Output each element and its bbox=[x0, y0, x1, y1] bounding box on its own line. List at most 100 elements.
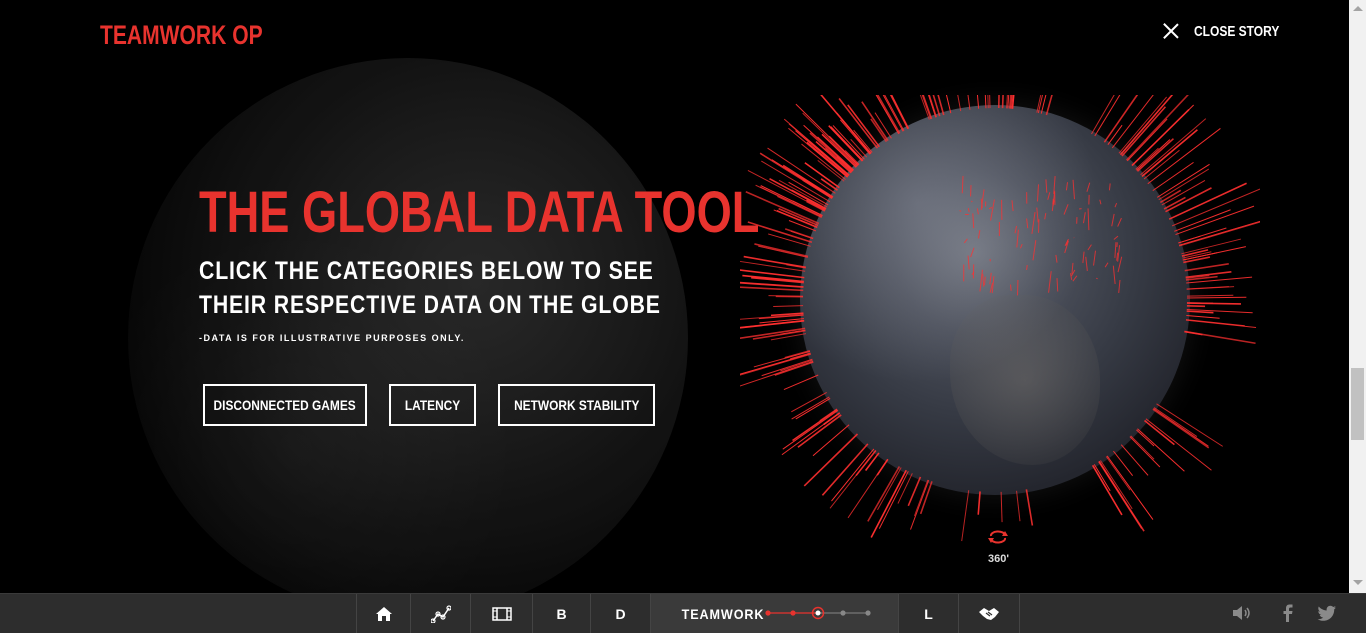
data-spike bbox=[1025, 489, 1034, 526]
data-spike bbox=[1178, 221, 1260, 247]
data-spike bbox=[758, 245, 808, 258]
data-spike bbox=[1085, 256, 1088, 271]
data-spike bbox=[961, 490, 970, 542]
handshake-icon bbox=[979, 607, 999, 620]
disconnected-games-button[interactable]: DISCONNECTED GAMES bbox=[203, 384, 367, 426]
data-spike bbox=[1156, 403, 1223, 447]
nav-graph[interactable] bbox=[410, 594, 470, 633]
data-spike bbox=[1117, 256, 1123, 273]
data-spike bbox=[1185, 271, 1232, 279]
progress-step-dot bbox=[865, 610, 871, 616]
nav-d[interactable]: D bbox=[590, 594, 650, 633]
facebook-icon[interactable] bbox=[1276, 602, 1298, 624]
data-spike bbox=[989, 272, 992, 285]
data-spike bbox=[1143, 149, 1180, 180]
data-spike bbox=[978, 230, 981, 239]
data-spike bbox=[783, 374, 819, 391]
data-spike bbox=[1129, 436, 1161, 468]
data-spike bbox=[1065, 182, 1069, 191]
nav-teamwork-label: TEAMWORK bbox=[681, 605, 765, 622]
data-spike bbox=[797, 414, 842, 448]
twitter-icon[interactable] bbox=[1316, 602, 1338, 624]
data-spike bbox=[1186, 315, 1220, 319]
progress-step-dot bbox=[765, 610, 771, 616]
data-spike bbox=[1031, 212, 1036, 234]
nav-b[interactable]: B bbox=[532, 594, 590, 633]
data-spike bbox=[773, 305, 804, 307]
data-spike bbox=[984, 276, 986, 286]
close-story-button[interactable]: CLOSE STORY bbox=[1162, 22, 1301, 40]
data-spike bbox=[972, 213, 975, 229]
rotate-icon[interactable] bbox=[987, 530, 1009, 544]
nav-partnership[interactable] bbox=[958, 594, 1020, 633]
data-spike bbox=[1184, 330, 1256, 345]
film-icon bbox=[491, 606, 512, 621]
data-spike bbox=[784, 228, 814, 240]
data-spike bbox=[1186, 304, 1206, 308]
data-spike bbox=[884, 95, 905, 132]
progress-step-dot bbox=[815, 610, 821, 616]
data-spike bbox=[1111, 213, 1115, 227]
close-story-label[interactable]: CLOSE STORY bbox=[1194, 23, 1279, 40]
data-spike bbox=[1186, 286, 1235, 290]
data-spike bbox=[812, 424, 850, 457]
data-spike bbox=[984, 95, 987, 109]
data-spike bbox=[1072, 179, 1075, 200]
data-spike bbox=[957, 95, 962, 112]
data-spike bbox=[795, 398, 831, 420]
latency-button[interactable]: LATENCY bbox=[389, 384, 476, 426]
data-spike bbox=[1016, 490, 1021, 522]
data-spike bbox=[1186, 276, 1253, 284]
data-spike bbox=[1001, 95, 1004, 109]
progress-step-dot bbox=[790, 610, 796, 616]
volume-icon[interactable] bbox=[1231, 602, 1253, 624]
progress-step-dot bbox=[840, 610, 846, 616]
data-spike bbox=[959, 210, 962, 212]
data-spike bbox=[1048, 271, 1052, 293]
data-globe[interactable] bbox=[740, 95, 1260, 555]
site-logo[interactable]: TEAMWORK OP bbox=[100, 20, 263, 51]
data-spike bbox=[1152, 408, 1210, 449]
data-spike bbox=[1082, 251, 1085, 264]
data-spike bbox=[907, 476, 922, 507]
data-spike bbox=[740, 327, 806, 340]
data-spike bbox=[758, 314, 804, 320]
data-spike bbox=[1056, 278, 1059, 292]
data-spike bbox=[990, 199, 995, 221]
data-spike bbox=[740, 281, 804, 288]
data-spike bbox=[1183, 256, 1211, 264]
scrollbar-track[interactable] bbox=[1349, 0, 1366, 593]
data-spike bbox=[1184, 263, 1229, 272]
data-spike bbox=[967, 95, 971, 110]
data-spike bbox=[1047, 192, 1051, 200]
data-spike bbox=[997, 95, 1000, 109]
globe-data-spikes bbox=[740, 95, 1260, 542]
data-spike bbox=[1087, 208, 1090, 231]
scrollbar-thumb[interactable] bbox=[1351, 368, 1364, 440]
data-spike bbox=[989, 95, 991, 109]
data-spike bbox=[1026, 218, 1029, 229]
scroll-down-arrow[interactable] bbox=[1353, 580, 1363, 585]
data-spike bbox=[1055, 254, 1058, 263]
data-spike bbox=[945, 95, 952, 114]
network-stability-button[interactable]: NETWORK STABILITY bbox=[498, 384, 655, 426]
scroll-up-arrow[interactable] bbox=[1353, 6, 1363, 11]
nav-home[interactable] bbox=[356, 594, 410, 633]
data-spike bbox=[1186, 296, 1247, 299]
rotate-360-label[interactable]: 360' bbox=[988, 553, 1009, 565]
data-spike bbox=[1104, 262, 1109, 268]
close-icon[interactable] bbox=[1162, 22, 1180, 40]
data-spike bbox=[963, 238, 968, 244]
data-spike bbox=[1011, 200, 1014, 212]
data-spike bbox=[747, 221, 813, 244]
data-spike bbox=[831, 448, 875, 502]
bottom-nav-bar: B D TEAMWORK L bbox=[0, 593, 1366, 633]
nav-film[interactable] bbox=[470, 594, 532, 633]
data-spike bbox=[1070, 273, 1073, 280]
data-spike bbox=[1011, 95, 1015, 109]
data-spike bbox=[803, 124, 854, 171]
data-spike bbox=[743, 255, 806, 269]
nav-l[interactable]: L bbox=[898, 594, 958, 633]
chapter-progress[interactable] bbox=[762, 594, 874, 633]
data-spike bbox=[977, 491, 981, 515]
